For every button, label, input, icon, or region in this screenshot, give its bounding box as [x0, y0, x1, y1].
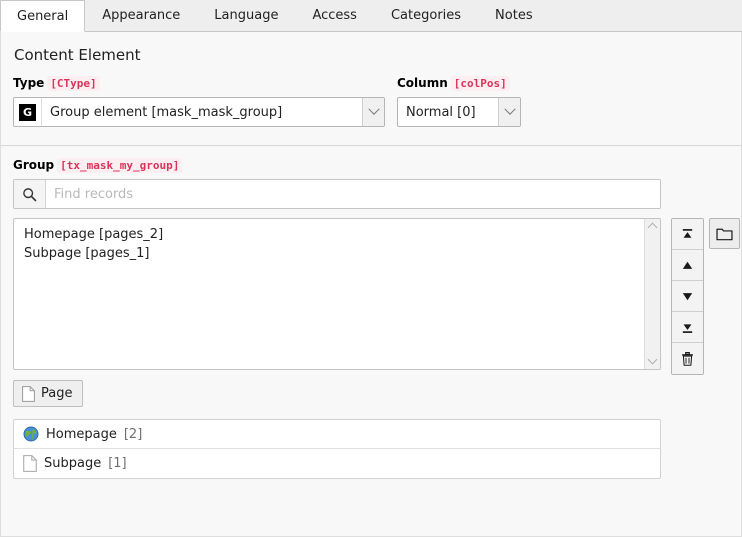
group-left-column: Homepage [pages_2] Subpage [pages_1] [13, 179, 661, 479]
column-select-value: Normal [0] [406, 104, 476, 120]
column-select[interactable]: Normal [0] [397, 97, 521, 127]
type-field-code: [CType] [47, 76, 100, 91]
record-title: Homepage [46, 426, 117, 442]
group-element-icon-badge: G [19, 103, 36, 121]
tab-categories-label: Categories [390, 8, 462, 23]
column-field: Column [colPos] Normal [0] [397, 76, 521, 127]
tab-language[interactable]: Language [197, 0, 295, 31]
search-icon [14, 180, 46, 208]
record-order-buttons [671, 218, 704, 375]
type-field-label: Type [CType] [13, 76, 385, 91]
scroll-down-icon[interactable] [647, 354, 658, 365]
type-field: Type [CType] G Group element [mask_mask_g… [13, 76, 385, 127]
chevron-down-icon[interactable] [498, 98, 520, 126]
list-item[interactable]: Homepage [pages_2] [24, 225, 644, 244]
group-element-icon: G [14, 98, 42, 126]
tab-language-label: Language [214, 8, 279, 23]
move-up-button[interactable] [672, 250, 703, 281]
tab-general[interactable]: General [0, 0, 86, 32]
search-input[interactable] [46, 180, 660, 208]
record-title: Subpage [44, 456, 102, 471]
move-to-top-button[interactable] [672, 219, 703, 250]
type-select-value: Group element [mask_mask_group] [50, 104, 283, 120]
type-label-text: Type [13, 76, 45, 90]
tab-appearance[interactable]: Appearance [85, 0, 197, 31]
group-section: Group [tx_mask_my_group] Find records Ho… [1, 146, 741, 493]
form-panel: Content Element Type [CType] G Group elem… [0, 32, 742, 537]
selected-records-listbox[interactable]: Homepage [pages_2] Subpage [pages_1] [13, 218, 661, 370]
scroll-up-icon[interactable] [647, 222, 658, 233]
tab-notes-label: Notes [495, 8, 533, 23]
table-row[interactable]: Subpage [1] [14, 449, 660, 478]
browse-records-button[interactable] [709, 218, 740, 249]
page-title: Content Element [14, 46, 141, 64]
tab-access-label: Access [312, 8, 357, 23]
group-label-text: Group [13, 158, 55, 172]
selected-records-items: Homepage [pages_2] Subpage [pages_1] [14, 219, 644, 369]
add-page-button-label: Page [41, 386, 73, 401]
record-results-list: Homepage [2] Subpage [1] [13, 419, 661, 479]
column-label-text: Column [397, 76, 448, 90]
move-down-button[interactable] [672, 281, 703, 312]
group-field-code: [tx_mask_my_group] [57, 158, 183, 173]
group-field-label: Group [tx_mask_my_group] [13, 158, 729, 173]
content-element-section: Content Element Type [CType] G Group elem… [1, 32, 741, 145]
column-field-label: Column [colPos] [397, 76, 521, 91]
group-actions [671, 179, 740, 375]
move-to-bottom-button[interactable] [672, 312, 703, 343]
type-select[interactable]: G Group element [mask_mask_group] [13, 97, 385, 127]
tab-appearance-label: Appearance [102, 8, 181, 23]
form-tabbar: General Appearance Language Access Categ… [0, 0, 742, 32]
tab-notes[interactable]: Notes [478, 0, 550, 31]
chevron-down-icon[interactable] [362, 98, 384, 126]
listbox-scrollbar[interactable] [644, 219, 660, 369]
list-item[interactable]: Subpage [pages_1] [24, 244, 644, 263]
group-body: Homepage [pages_2] Subpage [pages_1] [13, 179, 740, 479]
globe-icon [23, 426, 39, 442]
tab-categories[interactable]: Categories [374, 0, 478, 31]
content-element-form: General Appearance Language Access Categ… [0, 0, 742, 537]
fields-row: Type [CType] G Group element [mask_mask_g… [13, 76, 729, 127]
record-id: [2] [123, 426, 143, 442]
tab-access[interactable]: Access [295, 0, 374, 31]
record-id: [1] [108, 456, 127, 471]
tab-general-label: General [17, 9, 69, 24]
add-page-button[interactable]: Page [13, 380, 84, 407]
delete-button[interactable] [672, 343, 703, 374]
record-search[interactable] [13, 179, 661, 209]
page-icon [22, 385, 35, 402]
page-icon [23, 455, 37, 472]
column-field-code: [colPos] [450, 76, 510, 91]
table-row[interactable]: Homepage [2] [14, 420, 660, 449]
folder-icon [716, 227, 733, 241]
